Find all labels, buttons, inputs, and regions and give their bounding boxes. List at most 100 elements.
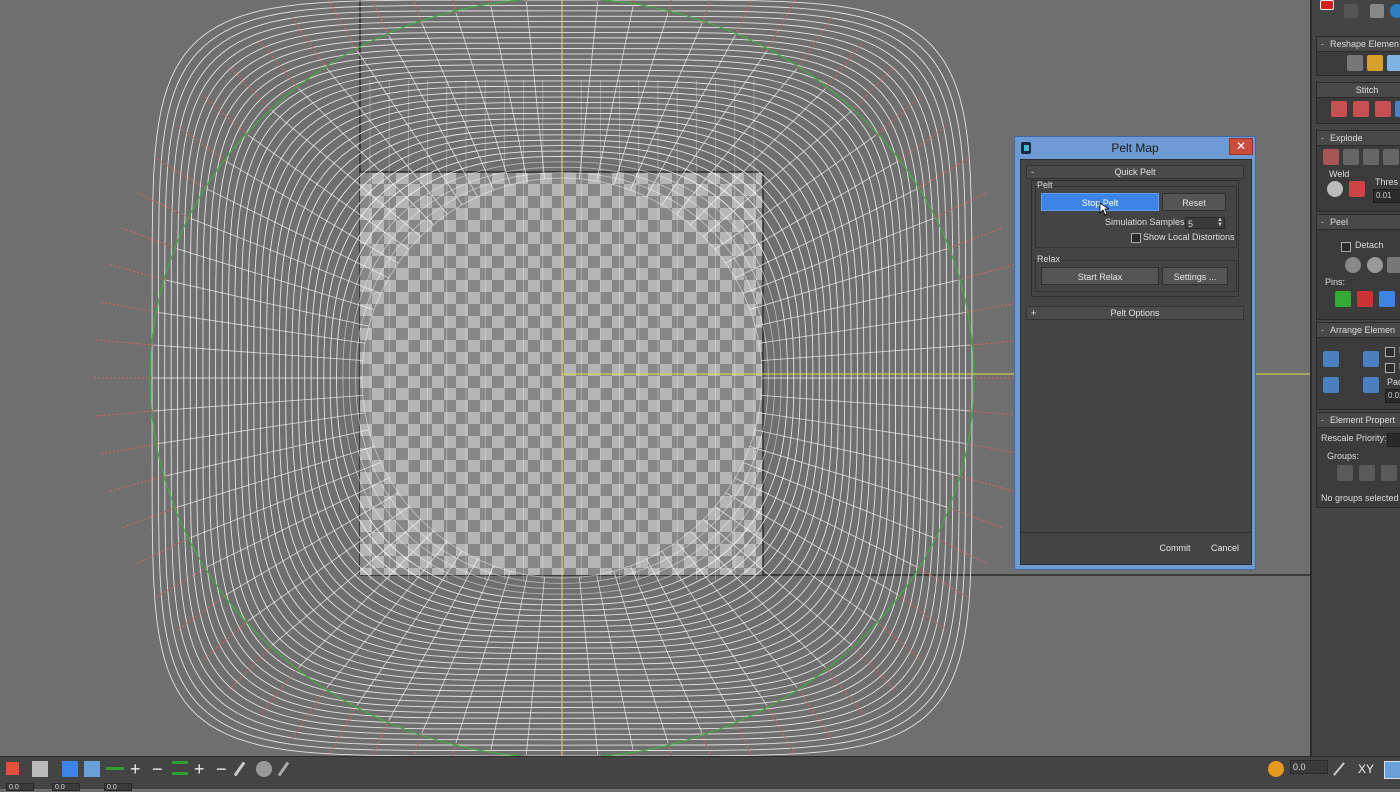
seam-line — [99, 443, 159, 455]
dialog-footer-divider — [1021, 532, 1251, 533]
settings-button[interactable]: Settings ... — [1162, 267, 1228, 285]
rescale-priority-input[interactable] — [1387, 433, 1400, 447]
coord-field-w[interactable]: 0.0 — [104, 783, 132, 791]
seam-line — [120, 506, 177, 529]
minus-icon[interactable]: − — [152, 760, 168, 778]
explode-section: - Explode Weld Thres 0.01 — [1316, 130, 1400, 212]
coord-field-u[interactable]: 0.0 — [6, 783, 34, 791]
rotate-checkbox[interactable] — [1385, 363, 1395, 373]
auto-pin-icon[interactable] — [1379, 291, 1395, 307]
rescale-checkbox[interactable] — [1385, 347, 1395, 357]
stitch-target-icon[interactable] — [1375, 101, 1391, 117]
reset-button[interactable]: Reset — [1162, 193, 1226, 211]
uv-shield-icon[interactable] — [1384, 761, 1400, 779]
start-relax-button[interactable]: Start Relax — [1041, 267, 1159, 285]
seam-line — [933, 191, 989, 219]
stitch-custom-icon[interactable] — [1331, 101, 1347, 117]
threshold-input[interactable]: 0.01 — [1373, 189, 1400, 203]
app-logo-icon — [1021, 142, 1031, 154]
simulation-samples-label: Simulation Samples: — [1105, 217, 1188, 227]
peel-mode-icon[interactable] — [1367, 257, 1383, 273]
globe-icon[interactable] — [1390, 4, 1400, 18]
stitch-source-icon[interactable] — [1353, 101, 1369, 117]
quick-peel-icon[interactable] — [1345, 257, 1361, 273]
loop-plus-icon[interactable]: + — [194, 760, 210, 778]
axis-label[interactable]: XY — [1358, 762, 1374, 776]
dialog-body: - Quick Pelt Pelt Stop Pelt Reset Simulat… — [1020, 159, 1252, 565]
soft-select-icon[interactable] — [256, 761, 272, 777]
pelt-options-rollout[interactable]: + Pelt Options — [1026, 306, 1244, 320]
grow-icon[interactable] — [106, 767, 124, 770]
seam-line — [957, 263, 1017, 281]
cancel-button[interactable]: Cancel — [1202, 538, 1248, 556]
show-local-distortions-checkbox[interactable] — [1131, 233, 1141, 243]
grid-select-icon[interactable] — [62, 761, 78, 777]
relax-icon[interactable] — [1387, 55, 1400, 71]
paint-brush-icon[interactable] — [233, 761, 246, 777]
group-remove-icon[interactable] — [1381, 465, 1397, 481]
threshold-label: Thres — [1375, 177, 1399, 187]
seam-line — [957, 475, 1017, 493]
reset-peel-icon[interactable] — [1387, 257, 1400, 273]
wireframe-spoke — [578, 1, 599, 179]
wireframe-spoke — [613, 12, 669, 185]
uv-cube-icon[interactable] — [32, 761, 48, 777]
weld-selected-icon[interactable] — [1327, 181, 1343, 197]
ring-icon[interactable] — [172, 761, 188, 775]
coord-field-v[interactable]: 0.0 — [52, 783, 80, 791]
key-icon[interactable] — [1268, 761, 1284, 777]
toolbar-top-icon[interactable] — [1320, 0, 1334, 10]
pack-custom-icon[interactable] — [1323, 377, 1339, 393]
relax-circle-icon[interactable] — [1367, 55, 1383, 71]
wireframe-spoke — [158, 311, 366, 344]
seam-line — [135, 537, 191, 565]
group-add-icon[interactable] — [1359, 465, 1375, 481]
seam-line — [259, 667, 299, 716]
rescale-priority-label: Rescale Priority: — [1321, 433, 1387, 443]
reshape-elements-section: - Reshape Elemen — [1316, 36, 1400, 76]
padding-input[interactable]: 0.02 — [1385, 389, 1400, 403]
detach-checkbox[interactable] — [1341, 242, 1351, 252]
close-button[interactable]: ✕ — [1229, 138, 1253, 155]
weld-label: Weld — [1329, 169, 1350, 179]
seam-line — [947, 227, 1004, 250]
brush-alt-icon[interactable] — [277, 761, 290, 777]
pelt-group-label: Pelt — [1037, 180, 1053, 190]
straighten-icon[interactable] — [1347, 55, 1363, 71]
wireframe-spoke — [703, 519, 853, 646]
flatten-by-polygon-icon[interactable] — [1343, 149, 1359, 165]
wireframe-spoke — [758, 311, 966, 344]
seam-line — [135, 191, 191, 219]
pins-label: Pins: — [1325, 277, 1346, 287]
grid-snap-icon[interactable] — [84, 761, 100, 777]
pack-normalize-icon[interactable] — [1323, 351, 1339, 367]
seam-line — [933, 537, 989, 565]
pen-icon[interactable] — [1333, 762, 1345, 776]
pack-together-icon[interactable] — [1363, 351, 1379, 367]
group-select-icon[interactable] — [1337, 465, 1353, 481]
quick-pelt-rollout[interactable]: - Quick Pelt — [1026, 165, 1244, 179]
pelt-map-dialog: Pelt Map ✕ - Quick Pelt Pelt Stop Pelt Re… — [1014, 136, 1256, 570]
flatten-by-smoothing-icon[interactable] — [1363, 149, 1379, 165]
pack-align-icon[interactable] — [1363, 377, 1379, 393]
break-icon[interactable] — [1323, 149, 1339, 165]
unpin-icon[interactable] — [1357, 291, 1373, 307]
commit-button[interactable]: Commit — [1150, 538, 1200, 556]
pin-icon[interactable] — [1335, 291, 1351, 307]
wireframe-spoke — [158, 412, 366, 445]
stitch-average-icon[interactable] — [1395, 101, 1400, 117]
plus-icon[interactable]: + — [130, 760, 146, 778]
flatten-by-material-icon[interactable] — [1383, 149, 1399, 165]
select-arrow-icon[interactable] — [1344, 4, 1358, 18]
value-spinner[interactable]: 0.0 — [1290, 760, 1328, 774]
wireframe-spoke — [455, 12, 511, 185]
simulation-samples-spinner[interactable]: 5 ▲ ▼ — [1185, 217, 1225, 229]
bottom-toolbar: + − + − 0.0 XY 0.0 0.0 0.0 — [0, 756, 1400, 791]
dialog-title[interactable]: Pelt Map — [1015, 137, 1255, 159]
cube-icon[interactable] — [1370, 4, 1384, 18]
loop-minus-icon[interactable]: − — [216, 760, 232, 778]
weld-target-icon[interactable] — [1349, 181, 1365, 197]
stop-icon[interactable] — [6, 762, 19, 775]
seam-line — [99, 301, 159, 313]
stitch-section: Stitch — [1316, 82, 1400, 124]
